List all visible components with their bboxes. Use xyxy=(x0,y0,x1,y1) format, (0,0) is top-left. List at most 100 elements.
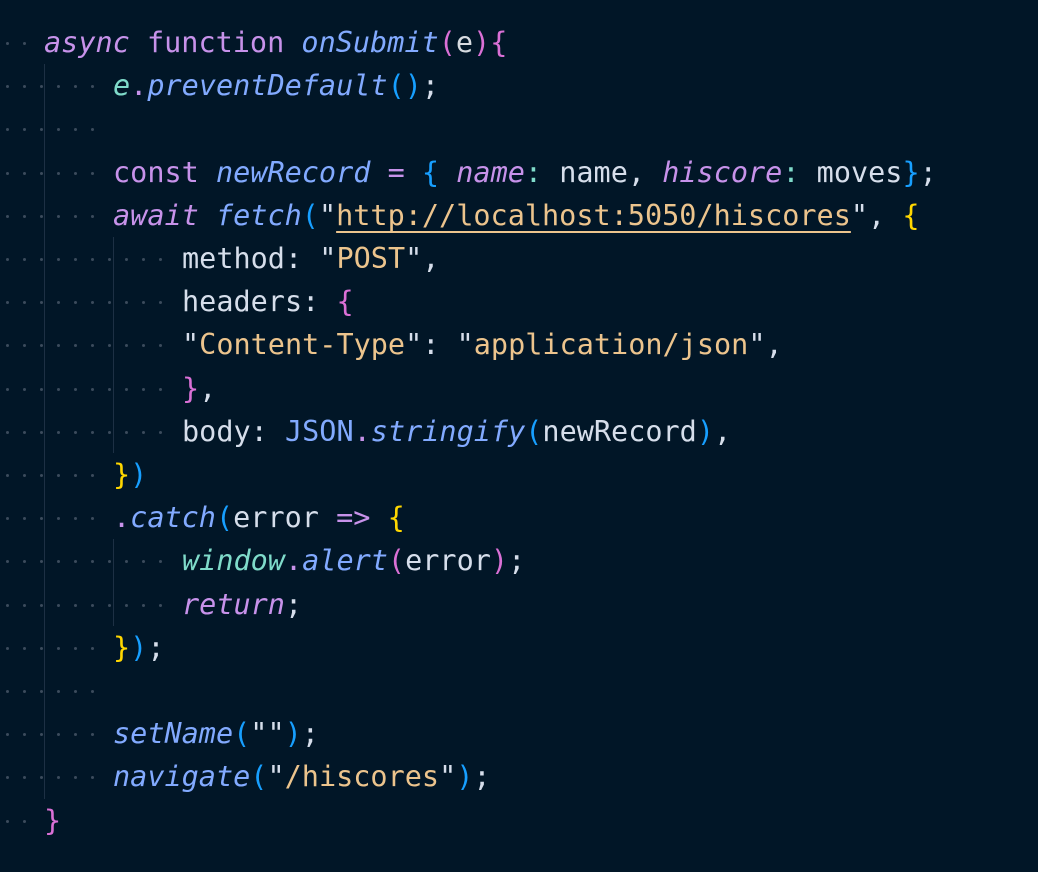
code-token: ( xyxy=(438,26,456,59)
code-token: ( xyxy=(233,717,251,751)
code-token: await xyxy=(113,198,199,232)
code-token: } xyxy=(113,630,131,664)
code-token: ; xyxy=(473,760,491,794)
code-token: { xyxy=(902,198,920,232)
code-line[interactable]: } xyxy=(0,799,1038,842)
code-token: moves xyxy=(799,155,903,189)
code-text: headers: { xyxy=(182,280,354,323)
code-line[interactable]: method: "POST", xyxy=(0,237,1038,280)
code-token: ( xyxy=(250,760,268,794)
whitespace-markers xyxy=(0,107,1038,150)
code-token: ; xyxy=(508,544,526,578)
code-token: , xyxy=(627,155,646,189)
code-token: ( xyxy=(215,501,234,535)
code-token: "" xyxy=(250,717,285,751)
code-token: async xyxy=(44,26,130,59)
code-token: error xyxy=(233,501,319,535)
code-token: return xyxy=(182,587,285,621)
code-text: return; xyxy=(182,583,302,626)
code-line[interactable]: async function onSubmit(e){ xyxy=(0,21,1038,64)
code-line[interactable]: }, xyxy=(0,367,1038,410)
code-token: ; xyxy=(421,69,440,103)
code-token: , xyxy=(714,414,732,448)
code-text: }); xyxy=(113,626,165,669)
code-token: ) xyxy=(130,630,148,664)
code-line[interactable]: navigate("/hiscores"); xyxy=(0,755,1038,798)
whitespace-markers xyxy=(0,799,1038,842)
code-token: ( xyxy=(301,198,319,232)
code-token: " xyxy=(267,760,285,794)
indent-guide xyxy=(113,539,114,626)
code-line[interactable]: const newRecord = { name: name, hiscore:… xyxy=(0,151,1038,194)
code-token: { xyxy=(490,26,508,59)
code-token: => xyxy=(336,501,371,535)
code-token: { xyxy=(421,155,440,189)
code-line[interactable] xyxy=(0,669,1038,712)
code-token: () xyxy=(387,69,422,103)
code-token: onSubmit xyxy=(301,26,439,59)
code-line[interactable]: body: JSON.stringify(newRecord), xyxy=(0,410,1038,453)
code-token: " xyxy=(405,328,423,362)
code-line[interactable]: .catch(error => { xyxy=(0,496,1038,539)
code-token: , xyxy=(868,198,886,232)
code-token: const xyxy=(113,155,199,189)
code-text: body: JSON.stringify(newRecord), xyxy=(182,410,731,453)
code-text: method: "POST", xyxy=(182,237,439,280)
code-text: const newRecord = { name: name, hiscore:… xyxy=(113,151,937,194)
code-token: " xyxy=(405,242,423,275)
code-token: , xyxy=(765,328,783,362)
code-line[interactable]: e.preventDefault(); xyxy=(0,64,1038,107)
whitespace-markers xyxy=(0,367,1038,410)
code-token: ; xyxy=(301,717,319,751)
code-token: JSON xyxy=(284,414,354,448)
code-token: newRecord xyxy=(215,155,371,189)
code-line[interactable]: headers: { xyxy=(0,280,1038,323)
code-line[interactable]: "Content-Type": "application/json", xyxy=(0,323,1038,366)
code-token: } xyxy=(44,803,62,837)
whitespace-markers xyxy=(0,280,1038,323)
code-editor[interactable]: async function onSubmit(e){e.preventDefa… xyxy=(0,0,1038,872)
code-token: ; xyxy=(919,155,937,189)
code-token: navigate xyxy=(113,760,251,794)
code-token: catch xyxy=(130,501,216,535)
code-token: : xyxy=(302,285,320,319)
code-line[interactable]: await fetch("http://localhost:5050/hisco… xyxy=(0,194,1038,237)
code-token: stringify xyxy=(370,414,526,448)
whitespace-markers xyxy=(0,669,1038,712)
code-text: .catch(error => { xyxy=(113,496,405,539)
code-line[interactable]: }) xyxy=(0,453,1038,496)
code-token: preventDefault xyxy=(147,69,388,103)
code-token: : xyxy=(524,155,543,189)
indent-guide xyxy=(113,237,114,453)
code-text: await fetch("http://localhost:5050/hisco… xyxy=(113,194,920,237)
code-token: e xyxy=(455,26,474,59)
code-line[interactable]: }); xyxy=(0,626,1038,669)
code-token: ; xyxy=(284,587,303,621)
code-token: . xyxy=(113,501,131,535)
code-token: ) xyxy=(284,717,302,751)
code-token: " xyxy=(850,198,869,232)
code-text: }, xyxy=(182,367,216,410)
code-token: , xyxy=(422,242,440,275)
code-token: Content-Type xyxy=(199,328,406,362)
code-token: } xyxy=(113,458,131,491)
code-line[interactable]: window.alert(error); xyxy=(0,539,1038,582)
code-token: headers xyxy=(182,285,303,319)
code-line[interactable] xyxy=(0,107,1038,150)
code-token: ) xyxy=(490,544,509,578)
code-line[interactable]: return; xyxy=(0,583,1038,626)
whitespace-markers xyxy=(0,453,1038,496)
code-token: ( xyxy=(525,414,543,448)
code-token: http://localhost:5050/hiscores xyxy=(336,198,851,232)
code-token: error xyxy=(405,544,491,578)
code-token: method xyxy=(182,242,285,275)
code-token: . xyxy=(284,544,303,578)
code-line[interactable]: setName(""); xyxy=(0,712,1038,755)
